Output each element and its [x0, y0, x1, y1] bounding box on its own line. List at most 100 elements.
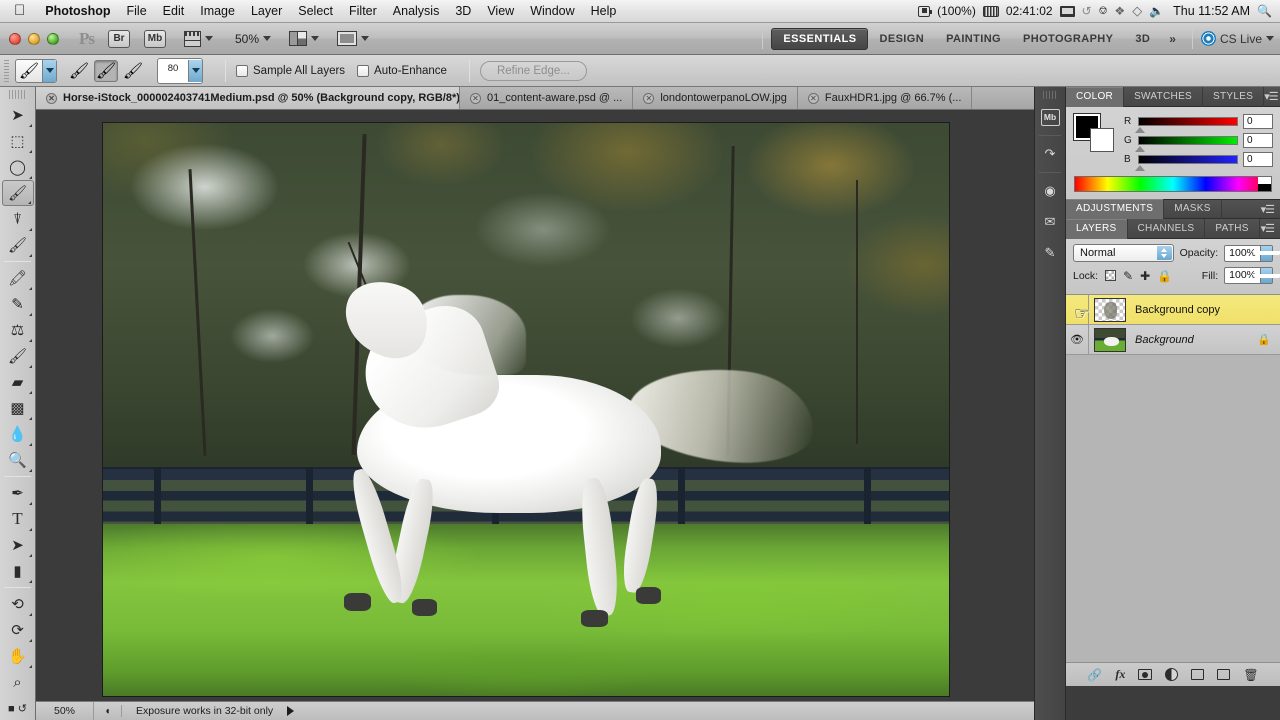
- 3d-camera-orbit-tool[interactable]: ⟳: [2, 617, 34, 643]
- menu-file[interactable]: File: [119, 4, 155, 18]
- slider-thumb[interactable]: [1135, 127, 1145, 133]
- menu-layer[interactable]: Layer: [243, 4, 290, 18]
- panel-menu-icon[interactable]: ▾☰: [1261, 203, 1280, 216]
- eject-icon[interactable]: ⎊: [1099, 5, 1108, 18]
- current-tool-preset-picker[interactable]: 🖌: [15, 58, 57, 83]
- volume-icon[interactable]: 🔈: [1149, 4, 1164, 18]
- new-group-icon[interactable]: [1191, 669, 1205, 680]
- document-tab-content-aware[interactable]: ✕ 01_content-aware.psd @ ...: [460, 87, 634, 109]
- tab-styles[interactable]: STYLES: [1203, 86, 1265, 107]
- rectangle-shape-tool[interactable]: ▮: [2, 558, 34, 584]
- menu-help[interactable]: Help: [583, 4, 625, 18]
- launch-mini-bridge-button[interactable]: Mb: [144, 29, 166, 48]
- new-layer-icon[interactable]: [1217, 669, 1231, 680]
- time-machine-icon[interactable]: ↺: [1082, 4, 1092, 18]
- new-adjustment-layer-icon[interactable]: [1165, 668, 1179, 681]
- red-slider[interactable]: [1135, 117, 1238, 133]
- history-brush-tool[interactable]: 🖌: [2, 343, 34, 369]
- zoom-level-control[interactable]: 50%: [231, 32, 272, 46]
- slider-thumb[interactable]: [1135, 146, 1145, 152]
- clock-label[interactable]: Thu 11:52 AM: [1171, 4, 1250, 18]
- workspace-painting[interactable]: PAINTING: [935, 29, 1012, 49]
- document-tab-fauxhdr[interactable]: ✕ FauxHDR1.jpg @ 66.7% (...: [798, 87, 973, 109]
- arrange-documents-control[interactable]: [289, 31, 320, 46]
- link-layers-icon[interactable]: 🔗: [1087, 668, 1102, 682]
- blue-slider[interactable]: [1135, 155, 1238, 171]
- lock-position-icon[interactable]: ✚: [1140, 269, 1150, 283]
- sample-all-layers-checkbox[interactable]: [236, 64, 248, 77]
- layer-name-label[interactable]: Background: [1126, 334, 1257, 346]
- chevron-down-icon[interactable]: [188, 59, 202, 82]
- eraser-tool[interactable]: ▰: [2, 369, 34, 395]
- tab-masks[interactable]: MASKS: [1164, 199, 1222, 219]
- add-layer-mask-icon[interactable]: [1138, 669, 1153, 680]
- kuler-panel-icon[interactable]: ◉: [1037, 178, 1063, 204]
- stepper-arrows-icon[interactable]: [1156, 246, 1172, 260]
- blue-value-field[interactable]: 0: [1243, 152, 1273, 167]
- tab-swatches[interactable]: SWATCHES: [1124, 86, 1204, 107]
- close-icon[interactable]: ✕: [807, 92, 819, 104]
- document-tab-horse[interactable]: ✕ Horse-iStock_000002403741Medium.psd @ …: [36, 87, 460, 109]
- layer-row-background[interactable]: 👁 Background 🔒: [1066, 325, 1280, 355]
- eyedropper-tool[interactable]: 🖌: [2, 232, 34, 258]
- 3d-object-rotate-tool[interactable]: ⟲: [2, 591, 34, 617]
- status-menu-arrow-icon[interactable]: [287, 706, 295, 716]
- green-value-field[interactable]: 0: [1243, 133, 1273, 148]
- wifi-icon[interactable]: ◇: [1132, 3, 1142, 19]
- tab-layers[interactable]: LAYERS: [1066, 218, 1128, 239]
- auto-enhance-option[interactable]: Auto-Enhance: [357, 64, 447, 77]
- menu-window[interactable]: Window: [522, 4, 582, 18]
- close-window-button[interactable]: [9, 32, 21, 45]
- workspace-3d[interactable]: 3D: [1124, 29, 1161, 49]
- launch-bridge-button[interactable]: Br: [108, 29, 130, 48]
- zoom-window-button[interactable]: [47, 32, 59, 45]
- history-panel-icon[interactable]: ↷: [1037, 141, 1063, 167]
- document-image-horse[interactable]: [102, 122, 950, 697]
- menu-analysis[interactable]: Analysis: [385, 4, 448, 18]
- clone-stamp-tool[interactable]: ⚖: [2, 317, 34, 343]
- document-tab-londontower[interactable]: ✕ londontowerpanoLOW.jpg: [633, 87, 798, 109]
- subtract-from-selection-button[interactable]: 🖌: [121, 60, 145, 82]
- auto-enhance-checkbox[interactable]: [357, 64, 370, 77]
- layer-row-background-copy[interactable]: ☞ Background copy: [1066, 295, 1280, 325]
- layer-thumbnail[interactable]: [1094, 297, 1126, 322]
- minimize-window-button[interactable]: [28, 32, 40, 45]
- close-icon[interactable]: ✕: [470, 92, 481, 104]
- path-selection-tool[interactable]: ➤: [2, 532, 34, 558]
- options-bar-grip[interactable]: [4, 59, 9, 82]
- menu-image[interactable]: Image: [192, 4, 243, 18]
- menu-select[interactable]: Select: [290, 4, 341, 18]
- add-to-selection-button[interactable]: 🖌: [94, 59, 118, 82]
- sample-all-layers-option[interactable]: Sample All Layers: [236, 64, 345, 77]
- dodge-tool[interactable]: 🔍: [2, 447, 34, 473]
- notes-panel-icon[interactable]: ✉: [1037, 209, 1063, 235]
- pen-tool[interactable]: ✒: [2, 480, 34, 506]
- screen-mode-control[interactable]: [337, 31, 370, 46]
- delete-layer-icon[interactable]: 🗑: [1243, 668, 1258, 682]
- share-panel-icon[interactable]: ✎: [1037, 240, 1063, 266]
- gradient-tool[interactable]: ▩: [2, 395, 34, 421]
- tab-paths[interactable]: PATHS: [1205, 218, 1260, 239]
- workspace-overflow-icon[interactable]: »: [1161, 32, 1184, 46]
- status-preview-icon[interactable]: ◖: [94, 705, 122, 717]
- dock-grip[interactable]: [1043, 91, 1057, 99]
- slider-thumb[interactable]: [1135, 165, 1145, 171]
- panel-menu-icon[interactable]: ▾☰: [1264, 90, 1280, 103]
- bluetooth-icon[interactable]: ❖: [1114, 4, 1125, 18]
- color-spectrum-ramp[interactable]: [1074, 176, 1272, 192]
- opacity-field[interactable]: 100%: [1224, 244, 1280, 262]
- menu-edit[interactable]: Edit: [155, 4, 193, 18]
- layer-name-label[interactable]: Background copy: [1126, 304, 1280, 316]
- background-color-swatch[interactable]: [1090, 128, 1114, 152]
- move-tool[interactable]: ➤: [2, 102, 34, 128]
- blur-tool[interactable]: 💧: [2, 421, 34, 447]
- crop-tool[interactable]: ⍒: [2, 206, 34, 232]
- mini-bridge-panel-icon[interactable]: Mb: [1037, 104, 1063, 130]
- workspace-photography[interactable]: PHOTOGRAPHY: [1012, 29, 1124, 49]
- new-selection-button[interactable]: 🖌: [67, 60, 91, 82]
- close-icon[interactable]: ✕: [46, 92, 57, 104]
- tab-adjustments[interactable]: ADJUSTMENTS: [1066, 199, 1165, 219]
- horizontal-type-tool[interactable]: T: [2, 506, 34, 532]
- display-icon[interactable]: [1059, 5, 1075, 17]
- default-colors-swap-icon[interactable]: ■ ↺: [2, 695, 34, 720]
